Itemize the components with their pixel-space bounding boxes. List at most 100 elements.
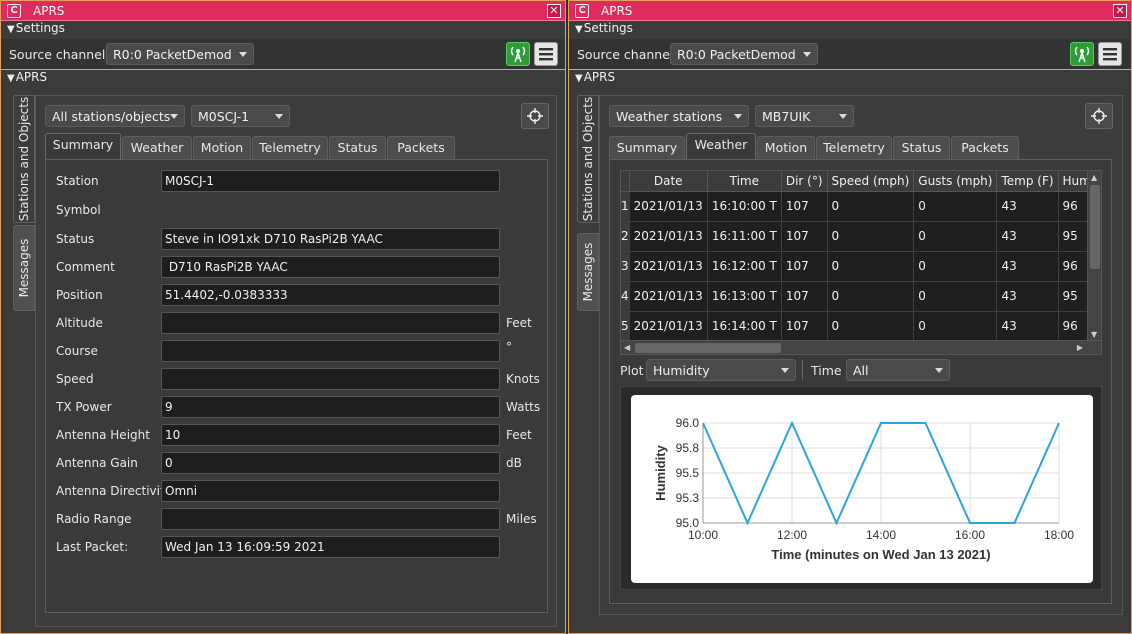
position-field[interactable]: 51.4402,-0.0383333 (161, 284, 500, 306)
table-row[interactable]: 4 2021/01/13 16:13:00 T 107 0 0 43 95 (621, 281, 1101, 312)
antenna-gain-field[interactable]: 0 (161, 452, 500, 474)
triangle-down-icon: ▼ (575, 73, 583, 84)
scroll-thumb[interactable] (635, 343, 781, 353)
tab-weather[interactable]: Weather (122, 136, 192, 160)
antenna-button[interactable] (506, 42, 530, 66)
antenna-directivity-label: Antenna Directivity (56, 484, 172, 498)
weather-table[interactable]: Date Time Dir (°) Speed (mph) Gusts (mph… (620, 170, 1102, 355)
scroll-up-icon[interactable]: ▲ (1091, 173, 1097, 182)
tab-packets[interactable]: Packets (951, 136, 1019, 160)
column-header-dir[interactable]: Dir (°) (781, 171, 828, 192)
cell-speed: 0 (827, 191, 915, 222)
aprs-collapse[interactable]: ▼APRS (569, 70, 1131, 88)
table-row[interactable]: 5 2021/01/13 16:14:00 T 107 0 0 43 96 (621, 311, 1101, 342)
column-header-gusts[interactable]: Gusts (mph) (913, 171, 998, 192)
station-select[interactable]: MB7UIK (755, 105, 854, 127)
tab-summary[interactable]: Summary (609, 136, 685, 160)
scroll-thumb[interactable] (1090, 185, 1100, 269)
filter-select[interactable]: All stations/objects (45, 105, 185, 127)
status-field[interactable]: Steve in IO91xk D710 RasPi2B YAAC (161, 228, 500, 250)
antenna-directivity-field[interactable]: Omni (161, 480, 500, 502)
tab-telemetry[interactable]: Telemetry (816, 136, 892, 160)
column-header-date[interactable]: Date (629, 171, 708, 192)
course-field[interactable] (161, 340, 500, 362)
comment-field[interactable]: D710 RasPi2B YAAC (161, 256, 500, 278)
tab-packets[interactable]: Packets (387, 136, 455, 160)
course-label: Course (56, 344, 98, 358)
tx-power-field[interactable]: 9 (161, 396, 500, 418)
plot-select[interactable]: Humidity (646, 359, 796, 381)
table-row[interactable]: 2 2021/01/13 16:11:00 T 107 0 0 43 95 (621, 221, 1101, 252)
detail-tabs: Summary Weather Motion Telemetry Status … (45, 133, 545, 160)
settings-collapse[interactable]: ▼Settings (1, 21, 565, 39)
vtab-messages[interactable]: Messages (13, 225, 35, 311)
aprs-section-label: APRS (583, 70, 616, 84)
vtab-messages[interactable]: Messages (577, 233, 599, 311)
tab-weather[interactable]: Weather (686, 133, 756, 160)
filter-select[interactable]: Weather stations (609, 105, 749, 127)
close-icon[interactable]: ✕ (1113, 4, 1127, 18)
cell-date: 2021/01/13 (629, 311, 708, 342)
row-number: 3 (621, 251, 630, 282)
table-row[interactable]: 1 2021/01/13 16:10:00 T 107 0 0 43 96 (621, 191, 1101, 222)
hamburger-icon (1103, 48, 1117, 61)
antenna-height-field[interactable]: 10 (161, 424, 500, 446)
source-channels-label: Source channels (577, 47, 680, 62)
tab-motion[interactable]: Motion (193, 136, 251, 160)
settings-collapse[interactable]: ▼Settings (569, 21, 1131, 39)
row-number: 2 (621, 221, 630, 252)
table-horizontal-scrollbar[interactable]: ◀ ▶ (621, 340, 1101, 354)
humidity-chart: 95.095.395.595.896.010:00 12:00 14:00 16:00… (653, 416, 1074, 562)
close-icon[interactable]: ✕ (547, 4, 561, 18)
weather-grid: Date Time Dir (°) Speed (mph) Gusts (mph… (621, 171, 1101, 342)
scroll-right-icon[interactable]: ▶ (1077, 343, 1083, 352)
vtab-label: Stations and Objects (581, 96, 595, 222)
menu-button[interactable] (534, 42, 558, 66)
aprs-collapse[interactable]: ▼APRS (1, 70, 565, 88)
tab-status[interactable]: Status (893, 136, 950, 160)
source-channels-select[interactable]: R0:0 PacketDemod (670, 43, 818, 65)
tab-telemetry[interactable]: Telemetry (252, 136, 328, 160)
chevron-down-icon (275, 114, 283, 119)
position-label: Position (56, 288, 103, 302)
channel-c-icon[interactable]: C (7, 4, 21, 18)
speed-field[interactable] (161, 368, 500, 390)
scroll-down-icon[interactable]: ▼ (1091, 330, 1097, 339)
plot-select-value: Humidity (653, 363, 710, 378)
column-header-time[interactable]: Time (707, 171, 782, 192)
scroll-left-icon[interactable]: ◀ (624, 343, 630, 352)
radio-range-field[interactable] (161, 508, 500, 530)
antenna-gain-label: Antenna Gain (56, 456, 138, 470)
aprs-body: Stations and Objects Messages Weather st… (569, 87, 1131, 633)
cell-gusts: 0 (913, 281, 998, 312)
corner-header (621, 171, 630, 192)
last-packet-field[interactable]: Wed Jan 13 16:09:59 2021 (161, 536, 500, 558)
title-bar[interactable]: C APRS ✕ (569, 1, 1131, 21)
locate-button[interactable] (1085, 103, 1113, 129)
chevron-down-icon (170, 114, 178, 119)
column-header-temp[interactable]: Temp (F) (996, 171, 1059, 192)
title-bar[interactable]: C APRS ✕ (1, 1, 565, 21)
station-select[interactable]: M0SCJ-1 (191, 105, 290, 127)
table-row[interactable]: 3 2021/01/13 16:12:00 T 107 0 0 43 96 (621, 251, 1101, 282)
time-select[interactable]: All (846, 359, 950, 381)
cell-date: 2021/01/13 (629, 191, 708, 222)
vtab-stations-and-objects[interactable]: Stations and Objects (13, 95, 35, 223)
cell-time: 16:13:00 T (707, 281, 782, 312)
locate-button[interactable] (521, 103, 549, 129)
station-field[interactable]: M0SCJ-1 (161, 170, 500, 192)
tab-motion[interactable]: Motion (757, 136, 815, 160)
vtab-stations-and-objects[interactable]: Stations and Objects (577, 95, 599, 223)
tab-summary[interactable]: Summary (45, 133, 121, 160)
tab-status[interactable]: Status (329, 136, 386, 160)
settings-label: Settings (15, 21, 65, 35)
altitude-field[interactable] (161, 312, 500, 334)
cell-dir: 107 (781, 311, 828, 342)
table-vertical-scrollbar[interactable]: ▲ ▼ (1087, 171, 1101, 341)
source-channels-select[interactable]: R0:0 PacketDemod (106, 43, 254, 65)
menu-button[interactable] (1098, 42, 1122, 66)
column-header-speed[interactable]: Speed (mph) (827, 171, 915, 192)
settings-label: Settings (583, 21, 633, 35)
channel-c-icon[interactable]: C (575, 4, 589, 18)
antenna-button[interactable] (1070, 42, 1094, 66)
